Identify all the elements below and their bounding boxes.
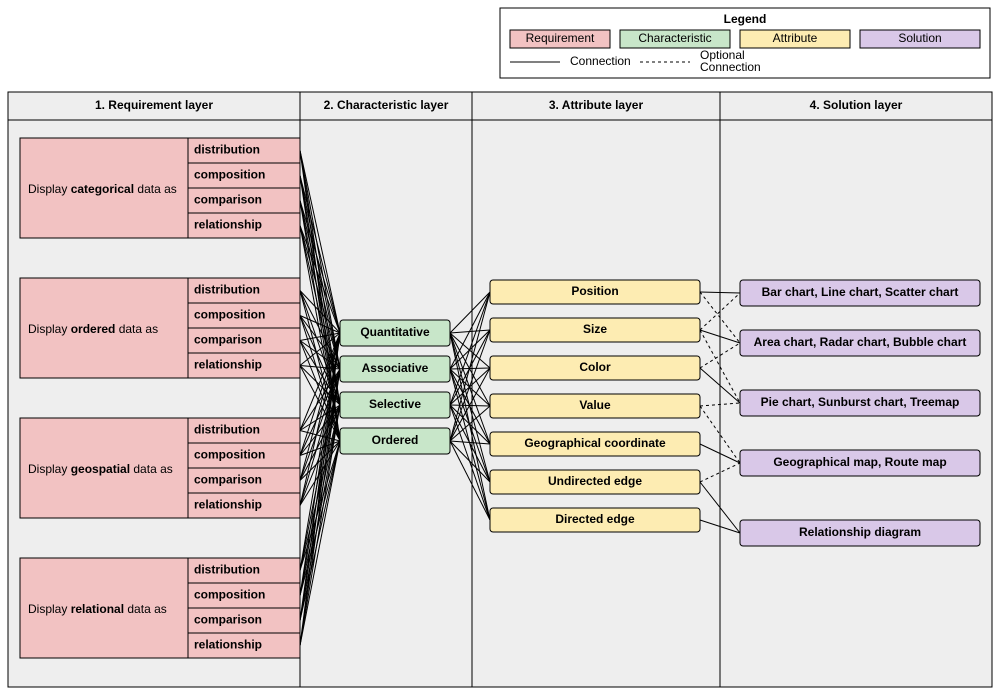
requirement-sub-label: comparison <box>194 333 262 347</box>
header-4: 4. Solution layer <box>810 98 903 112</box>
attribute-label: Value <box>579 398 611 412</box>
solution-label: Relationship diagram <box>799 525 921 539</box>
solution-label: Geographical map, Route map <box>773 455 946 469</box>
requirement-label: Display geospatial data as <box>28 462 173 476</box>
requirement-sub-label: composition <box>194 308 265 322</box>
legend-item-characteristic: Characteristic <box>638 31 711 45</box>
requirement-sub-label: relationship <box>194 218 262 232</box>
legend-optional-2: Connection <box>700 60 761 74</box>
characteristic-label: Associative <box>362 361 429 375</box>
header-2: 2. Characteristic layer <box>324 98 449 112</box>
legend: Legend Requirement Characteristic Attrib… <box>500 8 990 78</box>
header-3: 3. Attribute layer <box>549 98 644 112</box>
requirement-label: Display relational data as <box>28 602 167 616</box>
legend-item-requirement: Requirement <box>526 31 595 45</box>
requirement-sub-label: comparison <box>194 473 262 487</box>
attribute-label: Directed edge <box>555 512 635 526</box>
requirement-sub-label: relationship <box>194 358 262 372</box>
requirement-sub-label: relationship <box>194 638 262 652</box>
legend-item-attribute: Attribute <box>773 31 818 45</box>
requirement-sub-label: distribution <box>194 283 260 297</box>
solution-label: Bar chart, Line chart, Scatter chart <box>762 285 959 299</box>
solution-label: Pie chart, Sunburst chart, Treemap <box>761 395 960 409</box>
header-1: 1. Requirement layer <box>95 98 213 112</box>
attribute-label: Undirected edge <box>548 474 642 488</box>
attribute-label: Geographical coordinate <box>524 436 666 450</box>
requirement-label: Display ordered data as <box>28 322 158 336</box>
requirement-sub-label: distribution <box>194 143 260 157</box>
characteristic-label: Selective <box>369 397 421 411</box>
legend-title: Legend <box>724 12 767 26</box>
requirement-sub-label: comparison <box>194 613 262 627</box>
attribute-label: Position <box>571 284 618 298</box>
requirement-sub-label: composition <box>194 168 265 182</box>
requirement-sub-label: comparison <box>194 193 262 207</box>
solution-label: Area chart, Radar chart, Bubble chart <box>754 335 967 349</box>
requirement-sub-label: distribution <box>194 563 260 577</box>
attribute-label: Color <box>579 360 611 374</box>
requirement-label: Display categorical data as <box>28 182 177 196</box>
legend-connection: Connection <box>570 54 631 68</box>
attribute-label: Size <box>583 322 607 336</box>
requirement-sub-label: distribution <box>194 423 260 437</box>
requirement-sub-label: composition <box>194 588 265 602</box>
characteristic-label: Ordered <box>372 433 419 447</box>
requirement-sub-label: relationship <box>194 498 262 512</box>
requirement-sub-label: composition <box>194 448 265 462</box>
characteristic-label: Quantitative <box>360 325 430 339</box>
legend-item-solution: Solution <box>898 31 941 45</box>
